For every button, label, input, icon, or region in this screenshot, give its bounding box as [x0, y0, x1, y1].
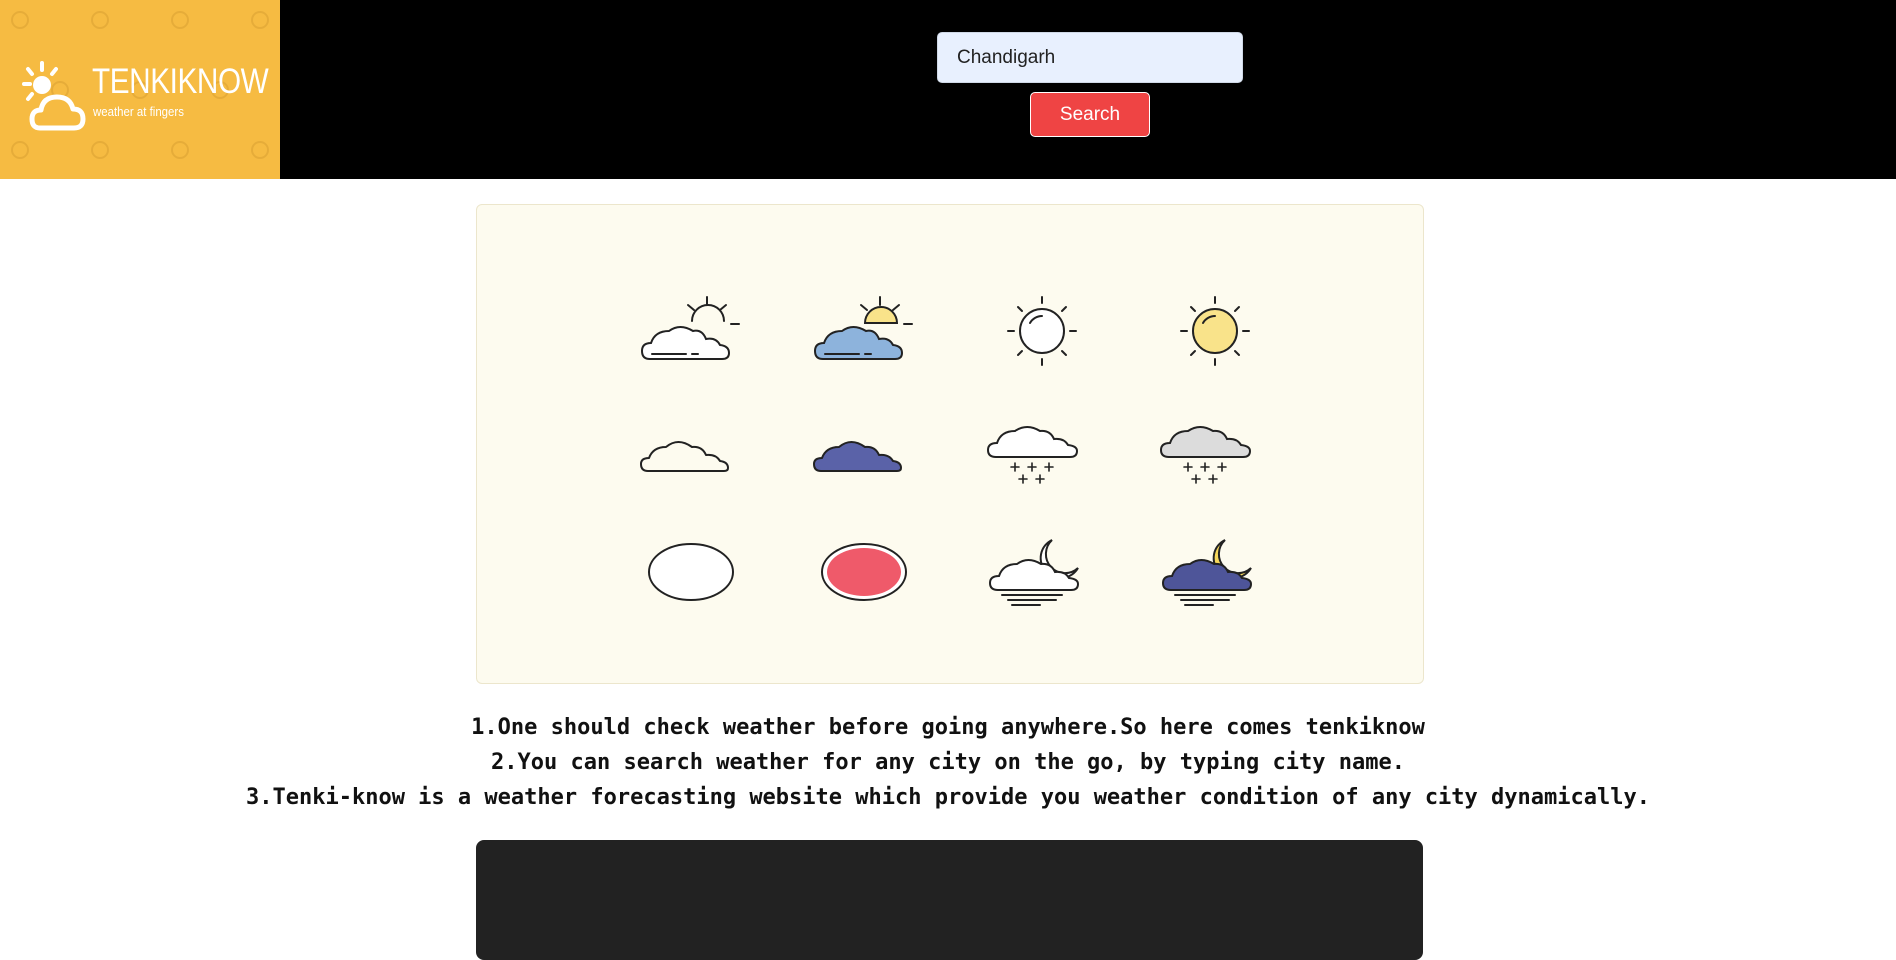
logo-tagline: weather at fingers: [93, 104, 184, 119]
sun-color-icon: [1180, 296, 1250, 366]
logo-title: TENKIKNOW: [92, 62, 269, 101]
partly-cloudy-color-icon: [813, 296, 913, 360]
sun-cloud-logo-icon: [22, 61, 86, 131]
cloud-color-icon: [813, 441, 902, 472]
info-line-1: 1.One should check weather before going …: [471, 715, 1425, 740]
cloud-outline-icon: [640, 441, 729, 472]
logo[interactable]: TENKIKNOW weather at fingers: [0, 0, 280, 179]
snow-cloud-outline-icon: [986, 426, 1079, 484]
weather-icons-card: [476, 204, 1424, 684]
partly-cloudy-outline-icon: [640, 296, 740, 360]
night-fog-color-icon: [1161, 539, 1253, 606]
info-line-3: 3.Tenki-know is a weather forecasting we…: [246, 785, 1650, 810]
sun-outline-icon: [1007, 296, 1077, 366]
info-text: 1.One should check weather before going …: [0, 710, 1896, 815]
circle-color-icon: [821, 543, 907, 601]
weather-result-panel: [476, 840, 1423, 960]
night-fog-outline-icon: [988, 539, 1080, 606]
circle-outline-icon: [648, 543, 734, 601]
city-search-input[interactable]: [937, 32, 1243, 83]
site-header: TENKIKNOW weather at fingers Search: [0, 0, 1896, 179]
snow-cloud-color-icon: [1159, 426, 1252, 484]
search-button[interactable]: Search: [1030, 92, 1150, 137]
info-line-2: 2.You can search weather for any city on…: [491, 750, 1405, 775]
